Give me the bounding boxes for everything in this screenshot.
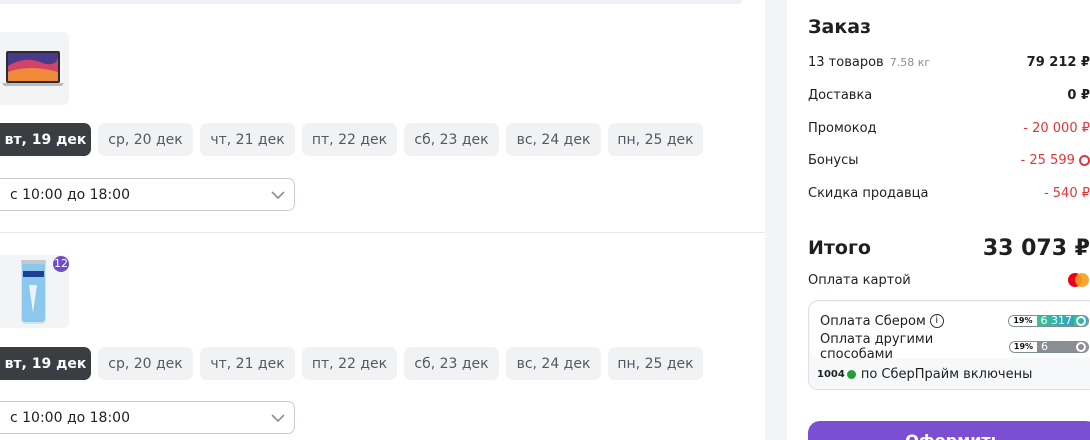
time-slot-select[interactable]: с 10:00 до 18:00 xyxy=(0,178,295,211)
bonus-value: - 25 599 xyxy=(1021,153,1090,168)
checkout-button[interactable]: Оформить xyxy=(808,421,1090,440)
other-bonus-percent: 19% xyxy=(1009,342,1038,352)
bonus-label: Бонусы xyxy=(808,152,859,168)
date-chip[interactable]: сб, 23 дек xyxy=(404,123,499,156)
total-label: Итого xyxy=(808,237,871,259)
date-chip[interactable]: пн, 25 дек xyxy=(608,123,703,156)
quantity-badge: 12 xyxy=(53,256,69,272)
delivery-panel: вт, 19 дек ср, 20 дек чт, 21 дек пт, 22 … xyxy=(0,0,765,440)
items-value: 79 212 ₽ xyxy=(1026,54,1090,70)
items-count-label: 13 товаров xyxy=(808,54,884,70)
bonus-coin-icon xyxy=(1076,342,1086,352)
total-value: 33 073 ₽ xyxy=(982,235,1090,261)
chevron-down-icon xyxy=(271,413,285,422)
items-count-row: 13 товаров 7.58 кг 79 212 ₽ xyxy=(808,52,1090,72)
date-chip[interactable]: вт, 19 дек xyxy=(0,123,91,156)
other-payment-label: Оплата другими способами xyxy=(820,332,934,362)
date-chip[interactable]: пн, 25 дек xyxy=(608,347,703,380)
date-chip[interactable]: вс, 24 дек xyxy=(506,123,601,156)
top-strip xyxy=(0,0,742,4)
payment-options-box: Оплата Сбером i 19% 6 317 Оплата другими … xyxy=(808,300,1090,390)
promo-label: Промокод xyxy=(808,120,877,136)
sber-bonus-amount: 6 317 xyxy=(1036,316,1074,326)
seller-discount-value: - 540 ₽ xyxy=(1043,185,1090,201)
bonus-amount: - 25 599 xyxy=(1020,152,1075,168)
other-bonus-badge: 19% 6 317 xyxy=(1008,341,1089,353)
other-payment-option[interactable]: Оплата другими способами 19% 6 317 xyxy=(820,332,1090,362)
sber-payment-option[interactable]: Оплата Сбером i 19% 6 317 xyxy=(820,312,1090,330)
panel-gutter xyxy=(765,0,787,440)
item-divider xyxy=(0,232,765,233)
time-slot-select[interactable]: с 10:00 до 18:00 xyxy=(0,401,295,434)
laptop-thumbnail[interactable] xyxy=(0,32,69,105)
delivery-row: Доставка 0 ₽ xyxy=(808,85,1090,105)
sber-bonus-percent: 19% xyxy=(1009,316,1037,326)
bonus-coin-icon xyxy=(1076,316,1086,326)
card-payment-label: Оплата картой xyxy=(808,272,911,288)
date-chip[interactable]: чт, 21 дек xyxy=(200,123,295,156)
prime-text: по СберПрайм включены xyxy=(860,367,1033,382)
delivery-label: Доставка xyxy=(808,87,873,103)
time-slot-value: с 10:00 до 18:00 xyxy=(10,186,130,203)
laptop-icon xyxy=(2,51,64,86)
date-chip[interactable]: сб, 23 дек xyxy=(404,347,499,380)
other-bonus-amount: 6 317 xyxy=(1037,342,1074,352)
bonus-coin-icon xyxy=(1079,154,1090,166)
date-chip[interactable]: вт, 19 дек xyxy=(0,347,91,380)
date-chip[interactable]: ср, 20 дек xyxy=(98,347,193,380)
sber-coin-icon xyxy=(846,370,856,379)
promo-row: Промокод - 20 000 ₽ xyxy=(808,118,1090,138)
date-chip[interactable]: чт, 21 дек xyxy=(200,347,295,380)
delivery-dates-item-1: вт, 19 дек ср, 20 дек чт, 21 дек пт, 22 … xyxy=(0,123,703,156)
date-chip[interactable]: пт, 22 дек xyxy=(302,123,397,156)
items-weight: 7.58 кг xyxy=(889,55,931,69)
date-chip[interactable]: вс, 24 дек xyxy=(506,347,601,380)
sber-bonus-badge: 19% 6 317 xyxy=(1008,315,1089,327)
seller-discount-label: Скидка продавца xyxy=(808,185,929,201)
sberprime-row: 1004 по СберПрайм включены xyxy=(817,367,1032,382)
payment-options-list: Оплата Сбером i 19% 6 317 Оплата другими … xyxy=(810,302,1090,362)
date-chip[interactable]: ср, 20 дек xyxy=(98,123,193,156)
order-summary: Заказ 13 товаров 7.58 кг 79 212 ₽ Доставк… xyxy=(787,0,1090,440)
seller-discount-row: Скидка продавца - 540 ₽ xyxy=(808,183,1090,203)
delivery-dates-item-2: вт, 19 дек ср, 20 дек чт, 21 дек пт, 22 … xyxy=(0,347,703,380)
chevron-down-icon xyxy=(271,190,285,199)
total-row: Итого 33 073 ₽ xyxy=(808,233,1090,263)
info-icon[interactable]: i xyxy=(929,314,944,328)
date-chip[interactable]: пт, 22 дек xyxy=(302,347,397,380)
card-payment-row[interactable]: Оплата картой xyxy=(808,271,1090,289)
time-slot-value: с 10:00 до 18:00 xyxy=(10,409,130,426)
order-title: Заказ xyxy=(808,16,872,38)
bonus-row: Бонусы - 25 599 xyxy=(808,150,1090,170)
delivery-value: 0 ₽ xyxy=(1067,87,1090,103)
promo-value: - 20 000 ₽ xyxy=(1023,120,1090,136)
prime-points: 1004 xyxy=(817,369,845,380)
sber-payment-label: Оплата Сбером xyxy=(820,313,926,329)
mastercard-icon xyxy=(1068,273,1089,287)
